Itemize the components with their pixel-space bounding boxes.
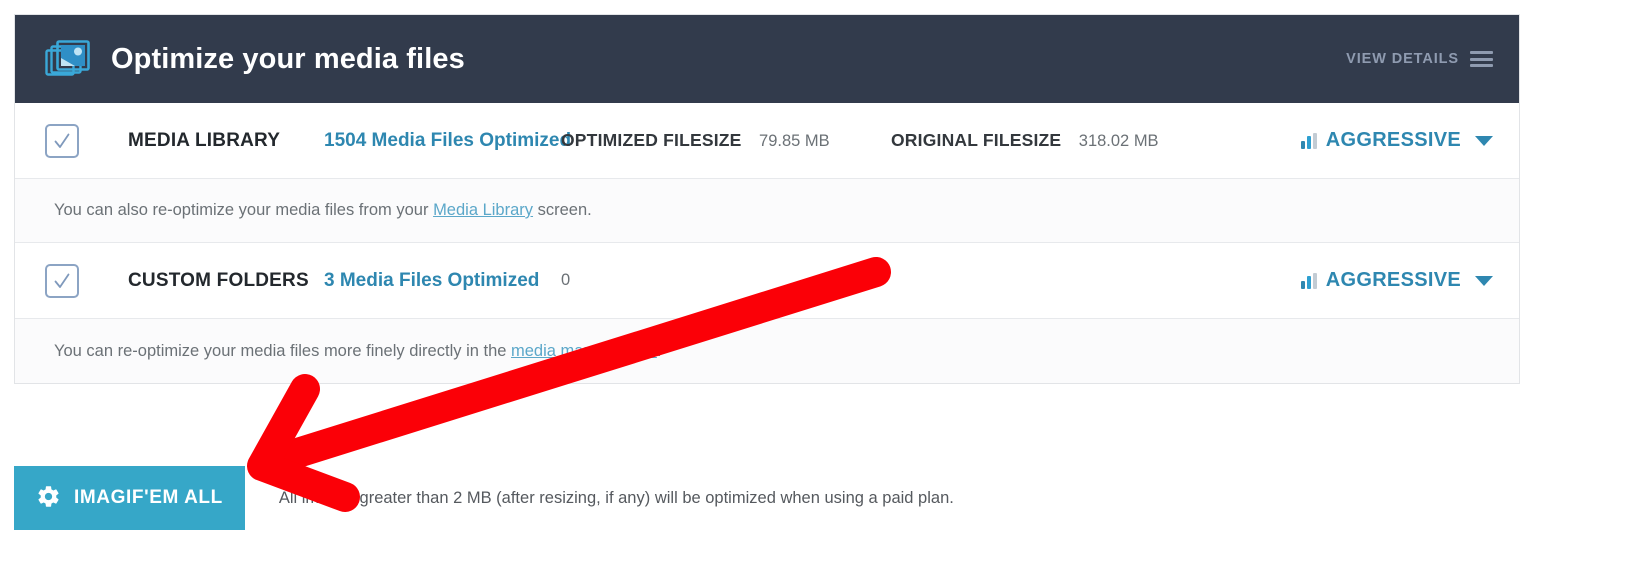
- optimized-count-link[interactable]: 1504 Media Files Optimized: [324, 130, 571, 151]
- row-title-cell: CUSTOM FOLDERS: [128, 270, 324, 292]
- page-title: Optimize your media files: [111, 42, 465, 75]
- hamburger-icon[interactable]: [1470, 51, 1493, 67]
- optimization-level-dropdown[interactable]: AGGRESSIVE: [1300, 269, 1493, 292]
- note-text: You can re-optimize your media files mor…: [54, 342, 661, 361]
- table-row: CUSTOM FOLDERS 3 Media Files Optimized 0…: [15, 243, 1519, 319]
- optimized-filesize-cell: 0: [561, 271, 891, 290]
- media-management-link[interactable]: media management: [511, 342, 657, 360]
- original-filesize-cell: ORIGINAL FILESIZE 318.02 MB: [891, 130, 1226, 151]
- optimization-level-label: AGGRESSIVE: [1325, 269, 1461, 291]
- bar-levels-icon: [1300, 272, 1317, 289]
- custom-folders-checkbox[interactable]: [45, 263, 79, 298]
- imagifem-all-button[interactable]: IMAGIF'EM ALL: [14, 466, 245, 530]
- media-library-link[interactable]: Media Library: [433, 201, 533, 219]
- note-text-before: You can also re-optimize your media file…: [54, 201, 434, 219]
- chevron-down-icon: [1475, 135, 1493, 146]
- optimization-level-cell: AGGRESSIVE: [1226, 129, 1493, 152]
- imagifem-all-label: IMAGIF'EM ALL: [74, 487, 223, 508]
- media-library-note: You can also re-optimize your media file…: [15, 179, 1519, 243]
- media-library-checkbox[interactable]: [45, 123, 79, 158]
- optimized-filesize-cell: OPTIMIZED FILESIZE 79.85 MB: [561, 130, 891, 151]
- original-filesize-label: ORIGINAL FILESIZE: [891, 130, 1062, 150]
- optimized-filesize-value: 79.85 MB: [759, 132, 830, 150]
- header-left-group: Optimize your media files: [45, 38, 1346, 80]
- bar-levels-icon: [1300, 132, 1317, 149]
- footer-note: All images greater than 2 MB (after resi…: [278, 488, 954, 507]
- row-count-cell: 1504 Media Files Optimized: [324, 130, 571, 152]
- panel-footer: IMAGIF'EM ALL All images greater than 2 …: [14, 466, 1520, 530]
- media-stack-icon: [45, 38, 91, 80]
- row-title-cell: MEDIA LIBRARY: [128, 130, 324, 152]
- note-text-after: .: [656, 341, 662, 360]
- note-text-after: screen.: [533, 201, 592, 219]
- original-filesize-cell: [891, 271, 1226, 290]
- optimize-media-panel: Optimize your media files VIEW DETAILS M…: [14, 14, 1520, 384]
- note-text-before: You can re-optimize your media files mor…: [54, 341, 512, 360]
- custom-folders-note: You can re-optimize your media files mor…: [15, 319, 1519, 383]
- optimization-level-dropdown[interactable]: AGGRESSIVE: [1300, 129, 1493, 152]
- view-details-button[interactable]: VIEW DETAILS: [1346, 51, 1493, 67]
- optimization-level-cell: AGGRESSIVE: [1226, 269, 1493, 292]
- optimization-level-label: AGGRESSIVE: [1325, 129, 1461, 151]
- row-title: MEDIA LIBRARY: [128, 129, 281, 151]
- original-filesize-value: 318.02 MB: [1078, 132, 1159, 150]
- optimized-count-link[interactable]: 3 Media Files Optimized: [324, 270, 539, 291]
- optimized-filesize-label: OPTIMIZED FILESIZE: [561, 130, 742, 150]
- chevron-down-icon: [1475, 275, 1493, 286]
- note-text: You can also re-optimize your media file…: [54, 201, 592, 220]
- row-title: CUSTOM FOLDERS: [128, 269, 309, 291]
- view-details-label: VIEW DETAILS: [1346, 51, 1459, 67]
- gear-icon: [36, 484, 61, 512]
- panel-header: Optimize your media files VIEW DETAILS: [15, 15, 1519, 103]
- row-count-cell: 3 Media Files Optimized: [324, 270, 561, 292]
- table-row: MEDIA LIBRARY 1504 Media Files Optimized…: [15, 103, 1519, 179]
- optimized-filesize-value: 0: [561, 271, 571, 289]
